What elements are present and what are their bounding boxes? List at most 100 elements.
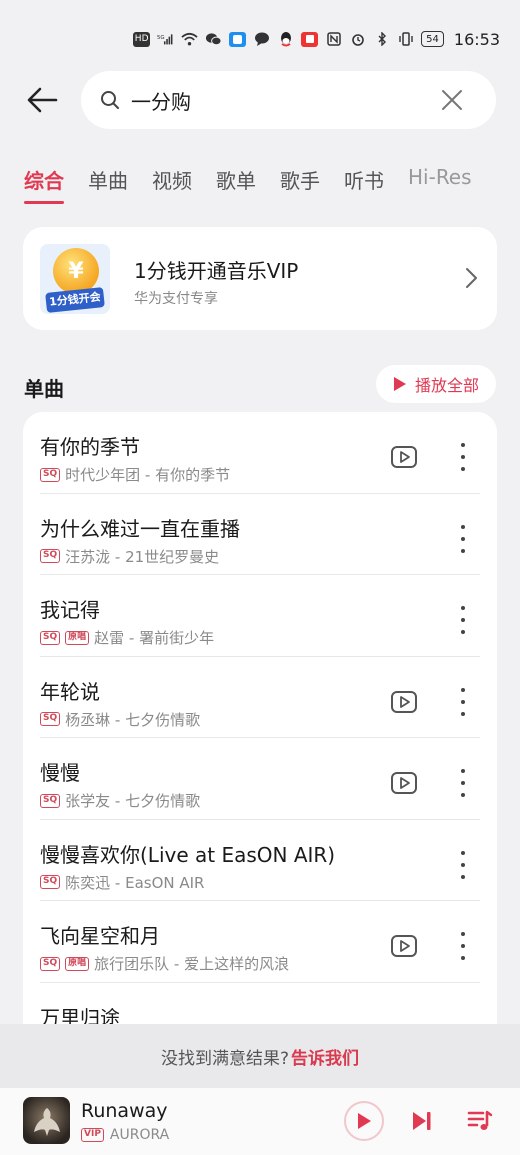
play-all-label: 播放全部: [414, 376, 479, 395]
feedback-bar: 没找到满意结果? 告诉我们: [0, 1024, 520, 1088]
more-options-icon[interactable]: [451, 687, 475, 716]
status-time: 16:53: [453, 29, 500, 49]
vip-promo-title: 1分钱开通音乐VIP: [134, 259, 299, 283]
song-meta: SQ 汪苏泷 - 21世纪罗曼史: [40, 546, 219, 567]
feedback-text: 没找到满意结果?: [160, 1048, 290, 1069]
song-artist-album: 陈奕迅 - EasON AIR: [65, 873, 205, 892]
tab-all[interactable]: 综合: [24, 165, 64, 205]
more-options-icon[interactable]: [451, 850, 475, 879]
tab-audiobooks[interactable]: 听书: [344, 165, 384, 205]
chevron-right-icon: [466, 268, 477, 288]
more-options-icon[interactable]: [451, 769, 475, 797]
search-box[interactable]: [81, 71, 496, 129]
song-row[interactable]: 慢慢喜欢你(Live at EasON AIR) SQ 陈奕迅 - EasON AI…: [23, 820, 497, 902]
next-track-icon[interactable]: [410, 1109, 434, 1133]
song-title: 慢慢: [40, 761, 80, 785]
tab-playlists[interactable]: 歌单: [216, 165, 256, 205]
vip-badge: VIP: [81, 1128, 104, 1142]
song-title: 年轮说: [40, 679, 100, 704]
track-title: Runaway: [81, 1100, 168, 1122]
vibrate-icon: [397, 32, 414, 47]
song-meta: SQ 时代少年团 - 有你的季节: [40, 464, 230, 485]
sq-quality-badge: SQ: [40, 793, 61, 808]
song-artist-album: 旅行团乐队 - 爱上这样的风浪: [94, 955, 290, 973]
song-meta: SQ 原唱 赵雷 - 署前街少年: [40, 627, 214, 648]
original-singer-badge: 原唱: [65, 956, 90, 971]
play-pause-button[interactable]: [344, 1101, 384, 1141]
play-icon: [358, 1113, 371, 1129]
tab-artists[interactable]: 歌手: [280, 165, 320, 205]
search-input[interactable]: [131, 88, 421, 112]
alarm-icon: [349, 32, 366, 47]
album-figure-icon: [33, 1107, 60, 1136]
more-options-icon[interactable]: [451, 606, 475, 634]
sq-quality-badge: SQ: [40, 875, 61, 889]
track-meta: VIP AURORA: [81, 1127, 169, 1143]
result-tabs: 综合 单曲 视频 歌单 歌手 听书 Hi-Res: [24, 165, 508, 210]
hd-icon: HD: [133, 31, 151, 47]
music-video-icon[interactable]: [390, 690, 418, 714]
qq-icon: [277, 32, 294, 47]
search-header: [0, 70, 520, 130]
status-bar: HD 5G 54 16:53: [0, 0, 520, 78]
song-artist-album: 汪苏泷 - 21世纪罗曼史: [65, 547, 220, 566]
song-row[interactable]: 飞向星空和月 SQ 原唱 旅行团乐队 - 爱上这样的风浪: [23, 901, 497, 983]
song-title: 我记得: [40, 598, 100, 622]
tab-hi-res[interactable]: Hi-Res: [408, 165, 472, 205]
mini-player[interactable]: Runaway VIP AURORA: [0, 1088, 520, 1155]
song-title: 为什么难过一直在重播: [40, 516, 240, 541]
feedback-link[interactable]: 告诉我们: [291, 1044, 359, 1069]
message-icon: [253, 32, 270, 47]
sq-quality-badge: SQ: [40, 549, 61, 563]
vip-promo-logo: ¥ 1分钱开会员: [40, 244, 110, 314]
more-options-icon[interactable]: [451, 524, 475, 553]
clear-search-icon[interactable]: [440, 88, 464, 112]
battery-icon: 54: [421, 31, 444, 47]
song-title: 慢慢喜欢你(Live at EasON AIR): [40, 842, 336, 867]
song-row[interactable]: 我记得 SQ 原唱 赵雷 - 署前街少年: [23, 575, 497, 657]
more-options-icon[interactable]: [451, 932, 475, 960]
play-all-button[interactable]: 播放全部: [376, 365, 496, 403]
wifi-icon: [181, 32, 198, 47]
song-title: 有你的季节: [40, 435, 140, 459]
songs-section-title: 单曲: [24, 377, 64, 401]
music-video-icon[interactable]: [390, 445, 418, 469]
back-arrow-icon: [27, 87, 58, 113]
song-artist-album: 杨丞琳 - 七夕伤情歌: [65, 710, 201, 729]
song-row[interactable]: 有你的季节 SQ 时代少年团 - 有你的季节: [23, 412, 497, 494]
original-singer-badge: 原唱: [65, 630, 90, 645]
search-icon: [99, 89, 121, 111]
song-meta: SQ 陈奕迅 - EasON AIR: [40, 872, 204, 893]
tab-songs[interactable]: 单曲: [88, 165, 128, 205]
song-title: 飞向星空和月: [40, 924, 160, 948]
app-notification-icon: [229, 31, 247, 47]
bluetooth-icon: [373, 32, 390, 47]
more-options-icon[interactable]: [451, 443, 475, 471]
music-video-icon[interactable]: [390, 771, 418, 795]
song-artist-album: 赵雷 - 署前街少年: [94, 629, 215, 647]
music-video-icon[interactable]: [390, 934, 418, 958]
sq-quality-badge: SQ: [40, 712, 61, 726]
song-row[interactable]: 为什么难过一直在重播 SQ 汪苏泷 - 21世纪罗曼史: [23, 494, 497, 576]
sq-quality-badge: SQ: [40, 467, 61, 482]
song-meta: SQ 张学友 - 七夕伤情歌: [40, 790, 200, 811]
track-artist: AURORA: [109, 1127, 170, 1143]
play-icon: [393, 377, 406, 391]
song-meta: SQ 杨丞琳 - 七夕伤情歌: [40, 709, 200, 730]
playlist-icon[interactable]: [467, 1108, 493, 1134]
wechat-icon: [205, 32, 222, 47]
album-art[interactable]: [23, 1097, 70, 1144]
sq-quality-badge: SQ: [40, 630, 61, 645]
back-button[interactable]: [20, 78, 64, 122]
song-row[interactable]: 年轮说 SQ 杨丞琳 - 七夕伤情歌: [23, 657, 497, 739]
song-artist-album: 时代少年团 - 有你的季节: [65, 466, 231, 484]
status-icons: HD 5G 54: [133, 31, 444, 47]
signal-icon: 5G: [157, 32, 174, 47]
nfc-icon: [325, 32, 342, 47]
song-artist-album: 张学友 - 七夕伤情歌: [65, 792, 201, 810]
vip-promo-card[interactable]: ¥ 1分钱开会员 1分钱开通音乐VIP 华为支付专享: [23, 227, 497, 330]
sq-quality-badge: SQ: [40, 956, 61, 971]
song-meta: SQ 原唱 旅行团乐队 - 爱上这样的风浪: [40, 953, 289, 974]
tab-videos[interactable]: 视频: [152, 165, 192, 205]
song-row[interactable]: 慢慢 SQ 张学友 - 七夕伤情歌: [23, 738, 497, 820]
